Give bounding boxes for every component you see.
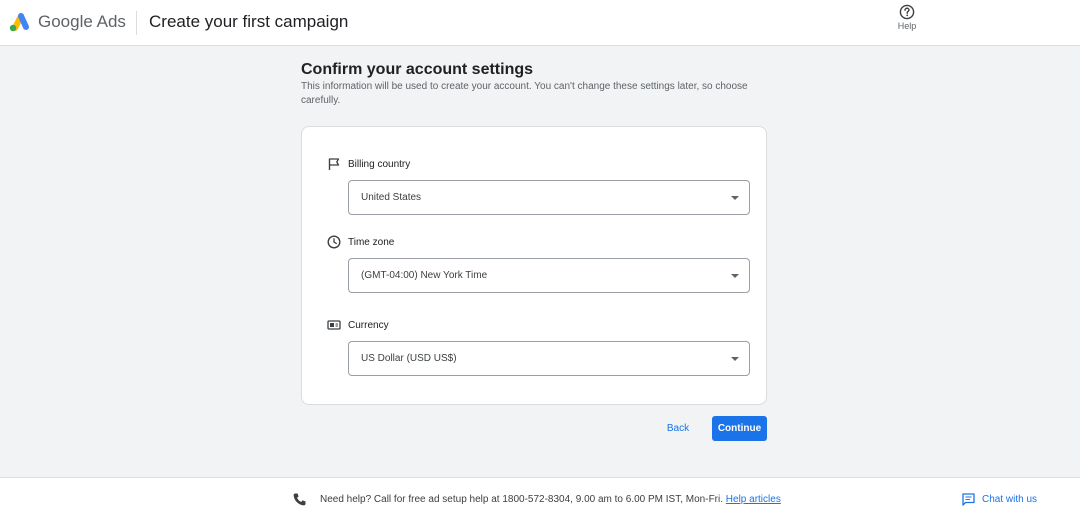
- currency-value: US Dollar (USD US$): [361, 353, 457, 364]
- phone-icon: [293, 493, 306, 506]
- google-ads-logo-icon: [9, 13, 29, 32]
- header-divider: [136, 11, 137, 35]
- time-zone-label-text: Time zone: [348, 237, 395, 248]
- chevron-down-icon: [731, 357, 739, 361]
- clock-icon: [327, 235, 341, 249]
- back-button[interactable]: Back: [657, 416, 699, 441]
- currency-icon: [327, 320, 341, 330]
- help-footer: Need help? Call for free ad setup help a…: [0, 477, 1080, 517]
- chevron-down-icon: [731, 196, 739, 200]
- top-app-bar: Google Ads Create your first campaign He…: [0, 0, 1080, 46]
- chat-with-us-label: Chat with us: [982, 494, 1038, 505]
- help-label: Help: [897, 21, 917, 31]
- help-articles-link[interactable]: Help articles: [726, 494, 781, 505]
- section-heading: Confirm your account settings: [301, 61, 534, 78]
- continue-button[interactable]: Continue: [712, 416, 767, 441]
- help-text-body: Need help? Call for free ad setup help a…: [320, 494, 724, 505]
- brand-name: Google Ads: [38, 12, 126, 31]
- page-title: Create your first campaign: [149, 12, 349, 31]
- chat-icon: [962, 493, 975, 506]
- time-zone-select[interactable]: (GMT-04:00) New York Time: [348, 258, 750, 293]
- account-settings-card: Billing country United States Time zone …: [301, 126, 767, 405]
- help-text: Need help? Call for free ad setup help a…: [320, 494, 781, 505]
- currency-label-text: Currency: [348, 320, 389, 331]
- flag-icon: [328, 158, 340, 170]
- billing-country-select[interactable]: United States: [348, 180, 750, 215]
- currency-select[interactable]: US Dollar (USD US$): [348, 341, 750, 376]
- help-icon: [899, 4, 915, 20]
- help-button[interactable]: Help: [890, 4, 924, 36]
- section-description: This information will be used to create …: [301, 81, 748, 106]
- billing-country-value: United States: [361, 192, 422, 203]
- time-zone-value: (GMT-04:00) New York Time: [361, 270, 488, 281]
- chevron-down-icon: [731, 274, 739, 278]
- billing-country-label-text: Billing country: [348, 159, 411, 170]
